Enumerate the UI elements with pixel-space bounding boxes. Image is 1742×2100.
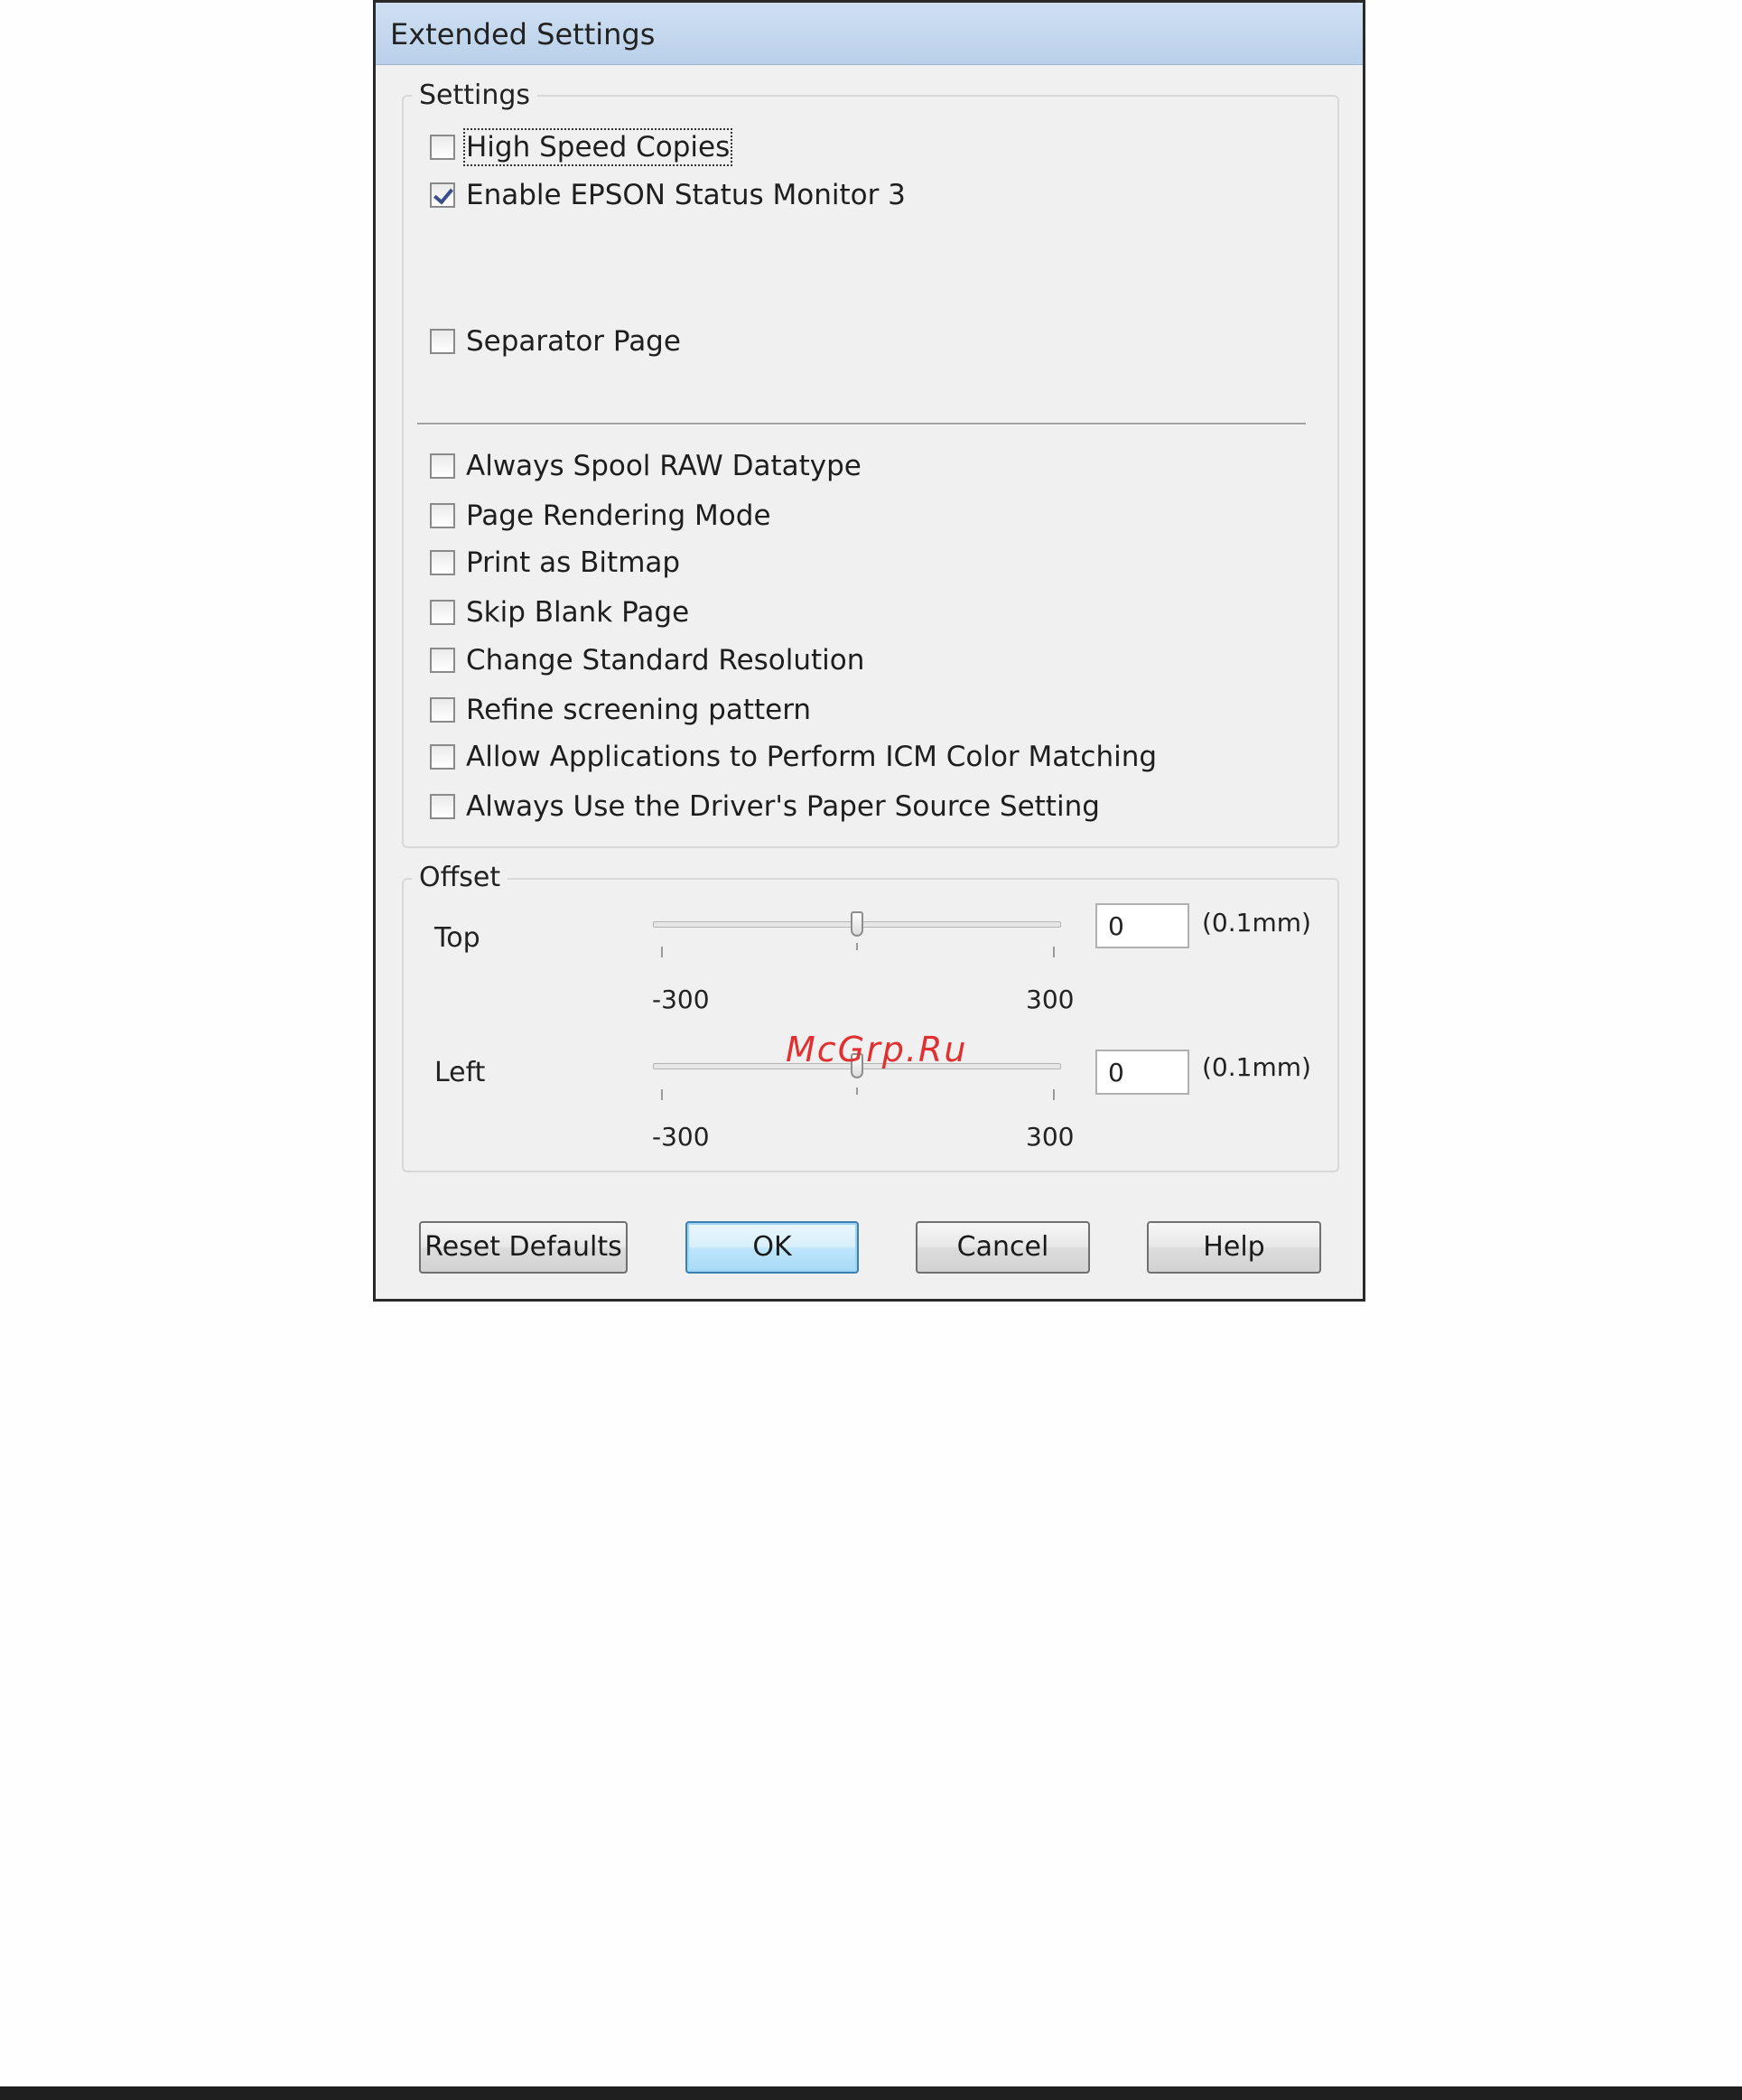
checkbox-enable-status-monitor[interactable]: Enable EPSON Status Monitor 3 <box>430 177 906 213</box>
checkbox-label: Always Spool RAW Datatype <box>466 450 862 482</box>
checkbox-box[interactable] <box>430 697 455 723</box>
offset-top-tick-max <box>1053 947 1055 957</box>
offset-left-unit: (0.1mm) <box>1202 1052 1311 1082</box>
offset-group-legend: Offset <box>412 862 508 893</box>
offset-top-tick-min <box>661 947 663 957</box>
checkbox-box[interactable] <box>430 453 455 479</box>
checkbox-always-spool-raw[interactable]: Always Spool RAW Datatype <box>430 448 862 484</box>
checkbox-always-use-driver-paper-source[interactable]: Always Use the Driver's Paper Source Set… <box>430 789 1100 825</box>
offset-left-label: Left <box>434 1057 486 1088</box>
window-title: Extended Settings <box>390 17 656 51</box>
offset-left-input[interactable] <box>1095 1050 1189 1095</box>
checkbox-label: Skip Blank Page <box>466 596 690 629</box>
offset-top-label: Top <box>434 922 480 954</box>
checkbox-skip-blank-page[interactable]: Skip Blank Page <box>430 594 689 630</box>
checkbox-box[interactable] <box>430 648 455 673</box>
checkbox-box[interactable] <box>430 503 455 528</box>
offset-left-tick-max <box>1053 1089 1055 1100</box>
checkbox-box[interactable] <box>430 550 455 575</box>
checkbox-label: Page Rendering Mode <box>466 499 771 532</box>
checkbox-label: High Speed Copies <box>462 128 733 166</box>
checkbox-label: Always Use the Driver's Paper Source Set… <box>466 790 1100 823</box>
checkbox-box[interactable] <box>430 744 455 770</box>
watermark-text: McGrp.Ru <box>786 1030 968 1069</box>
checkbox-high-speed-copies[interactable]: High Speed Copies <box>430 128 733 166</box>
offset-top-tick-mid <box>856 943 858 950</box>
offset-top-unit: (0.1mm) <box>1202 908 1311 938</box>
checkbox-label: Enable EPSON Status Monitor 3 <box>466 179 906 211</box>
reset-defaults-button[interactable]: Reset Defaults <box>419 1221 628 1274</box>
offset-top-input[interactable] <box>1095 903 1189 948</box>
settings-group-legend: Settings <box>412 79 538 111</box>
offset-top-slider-thumb[interactable] <box>851 911 863 937</box>
help-button[interactable]: Help <box>1147 1221 1321 1274</box>
offset-top-min-label: -300 <box>652 985 710 1014</box>
cancel-button[interactable]: Cancel <box>916 1221 1090 1274</box>
checkbox-label: Allow Applications to Perform ICM Color … <box>466 741 1158 773</box>
page-bottom-rule <box>0 2086 1742 2100</box>
checkbox-box[interactable] <box>430 329 455 354</box>
offset-left-max-label: 300 <box>1026 1122 1075 1152</box>
checkbox-refine-screening-pattern[interactable]: Refine screening pattern <box>430 692 811 728</box>
checkbox-label: Change Standard Resolution <box>466 644 865 677</box>
checkbox-box[interactable] <box>430 794 455 819</box>
checkbox-box[interactable] <box>430 135 455 160</box>
offset-left-min-label: -300 <box>652 1122 710 1152</box>
offset-left-tick-min <box>661 1089 663 1100</box>
checkbox-box[interactable] <box>430 600 455 625</box>
ok-button[interactable]: OK <box>685 1221 859 1274</box>
checkbox-label: Refine screening pattern <box>466 694 812 726</box>
offset-top-max-label: 300 <box>1026 985 1075 1014</box>
settings-separator <box>417 423 1306 425</box>
checkbox-separator-page[interactable]: Separator Page <box>430 323 681 359</box>
checkbox-allow-icm-color-matching[interactable]: Allow Applications to Perform ICM Color … <box>430 739 1157 775</box>
checkbox-print-as-bitmap[interactable]: Print as Bitmap <box>430 545 680 581</box>
title-bar[interactable]: Extended Settings <box>376 3 1363 65</box>
checkbox-label: Separator Page <box>466 325 681 358</box>
checkbox-box-checked[interactable] <box>430 182 455 208</box>
offset-left-tick-mid <box>856 1087 858 1095</box>
checkbox-change-standard-resolution[interactable]: Change Standard Resolution <box>430 642 864 678</box>
checkbox-label: Print as Bitmap <box>466 546 681 579</box>
checkbox-page-rendering-mode[interactable]: Page Rendering Mode <box>430 498 771 534</box>
